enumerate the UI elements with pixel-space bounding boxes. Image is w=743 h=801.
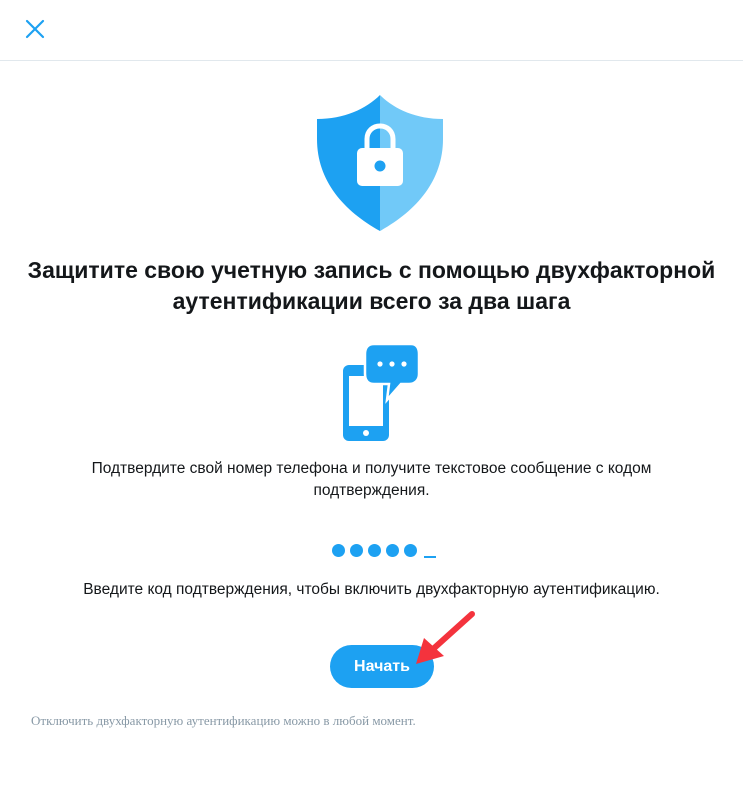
code-cursor [424, 556, 436, 558]
footer-note: Отключить двухфакторную аутентификацию м… [31, 713, 416, 728]
step2-description: Введите код подтверждения, чтобы включит… [83, 581, 660, 598]
start-button[interactable]: Начать [330, 645, 434, 688]
close-button[interactable] [18, 12, 52, 46]
code-dot [368, 543, 381, 557]
code-dot [332, 543, 345, 557]
phone-chat-icon [343, 344, 421, 441]
dialog-header [0, 0, 743, 61]
code-dot [404, 543, 417, 557]
two-factor-dialog: Защитите свою учетную запись с помощью д… [0, 0, 743, 801]
page-title: Защитите свою учетную запись с помощью д… [27, 257, 716, 314]
code-dots-icon [332, 542, 436, 558]
code-dot [386, 543, 399, 557]
close-icon [25, 19, 45, 39]
shield-lock-icon [317, 95, 443, 231]
step1-description: Подтвердите свой номер телефона и получи… [91, 460, 652, 499]
code-dot [350, 543, 363, 557]
